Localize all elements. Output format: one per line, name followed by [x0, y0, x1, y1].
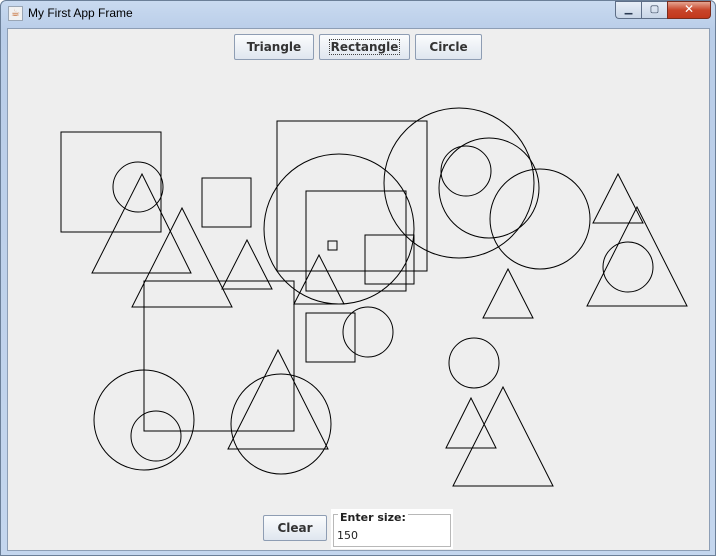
rectangle-button[interactable]: Rectangle — [319, 34, 410, 60]
size-panel: Enter size: — [331, 509, 453, 549]
circle-button-label: Circle — [429, 40, 468, 54]
minimize-button[interactable]: ▁ — [615, 1, 641, 19]
triangle-button[interactable]: Triangle — [234, 34, 314, 60]
app-window: ☕ My First App Frame ▁ ▢ ✕ — [0, 0, 716, 556]
rectangle-button-label: Rectangle — [328, 39, 401, 55]
size-label: Enter size: — [338, 511, 408, 524]
frame-content — [7, 28, 710, 551]
size-input[interactable] — [335, 526, 449, 545]
caption-buttons: ▁ ▢ ✕ — [615, 1, 711, 19]
clear-button[interactable]: Clear — [263, 515, 327, 541]
title-bar[interactable]: ☕ My First App Frame ▁ ▢ ✕ — [1, 1, 717, 27]
triangle-button-label: Triangle — [246, 40, 302, 54]
maximize-button[interactable]: ▢ — [641, 1, 667, 19]
clear-button-label: Clear — [277, 521, 313, 535]
circle-button[interactable]: Circle — [415, 34, 482, 60]
window-title: My First App Frame — [28, 6, 133, 20]
java-cup-icon: ☕ — [8, 6, 23, 21]
close-button[interactable]: ✕ — [667, 1, 711, 19]
